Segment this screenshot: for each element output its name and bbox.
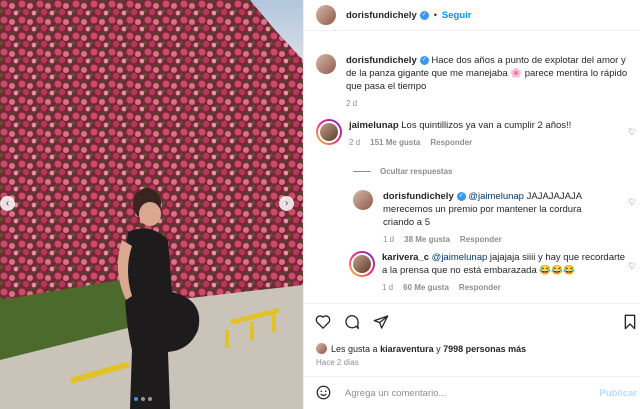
comment-body: jaimelunap Los quintillizos ya van a cum… (349, 119, 619, 149)
action-icons (315, 314, 389, 330)
publish-button[interactable]: Publicar (600, 388, 638, 399)
comment: jaimelunap Los quintillizos ya van a cum… (316, 119, 619, 149)
caption-username[interactable]: dorisfundichely (346, 55, 417, 66)
reply-likes[interactable]: 60 Me gusta (403, 283, 449, 292)
reply-avatar[interactable] (353, 190, 373, 210)
likes-prefix: Les gusta a (331, 343, 378, 354)
emoji-icon[interactable] (316, 385, 331, 402)
likes-line: Les gusta a kiaraventura y 7998 personas… (316, 343, 526, 354)
heart-icon[interactable]: ♡ (628, 197, 637, 207)
heart-icon[interactable]: ♡ (628, 261, 637, 271)
separator-dot: • (433, 10, 437, 20)
verified-badge-icon: ✓ (419, 10, 429, 20)
comment-age: 2 d (349, 138, 361, 147)
carousel-dots (134, 397, 152, 401)
comment-meta: 2 d 151 Me gusta Responder (349, 136, 619, 149)
liker-username[interactable]: kiaraventura (380, 344, 434, 354)
action-bar: Les gusta a kiaraventura y 7998 personas… (304, 303, 640, 367)
reply-meta: 1 d 60 Me gusta Responder (382, 281, 632, 294)
chevron-left-icon[interactable]: ‹ (0, 196, 15, 211)
author-avatar[interactable] (316, 54, 336, 74)
caption: dorisfundichely ✓ Hace dos años a punto d… (316, 54, 636, 110)
author-username[interactable]: dorisfundichely (346, 10, 417, 21)
author-avatar[interactable] (316, 5, 336, 25)
reply: karivera_c @jaimelunap jajajaja siiii y … (349, 251, 632, 294)
comment-icon[interactable] (344, 314, 360, 330)
verified-badge-icon: ✓ (419, 55, 429, 65)
verified-badge-icon: ✓ (456, 191, 466, 201)
share-icon[interactable] (373, 314, 389, 330)
heart-icon[interactable] (315, 314, 331, 330)
reply-button[interactable]: Responder (430, 138, 472, 147)
post-panel: dorisfundichely ✓ • Seguir dorisfundiche… (303, 0, 640, 409)
chevron-right-icon[interactable]: › (279, 196, 294, 211)
bookmark-icon[interactable] (623, 314, 637, 330)
reply-body: dorisfundichely ✓ @jaimelunap JAJAJAJAJA … (383, 190, 613, 246)
reply-mention[interactable]: @jaimelunap (468, 191, 524, 202)
reply-username[interactable]: karivera_c (382, 252, 429, 263)
carousel-dot (148, 397, 152, 401)
comments-list: dorisfundichely ✓ Hace dos años a punto d… (304, 32, 640, 303)
reply-mention[interactable]: @jaimelunap (432, 252, 488, 263)
post-photo[interactable]: ‹ › (0, 0, 303, 409)
reply-age: 1 d (382, 283, 394, 292)
carousel-dot-active (134, 397, 138, 401)
comment-likes[interactable]: 151 Me gusta (370, 138, 420, 147)
caption-meta: 2 d (346, 97, 636, 110)
carousel-dot (141, 397, 145, 401)
reply-age: 1 d (383, 235, 395, 244)
follow-button[interactable]: Seguir (442, 10, 472, 21)
heart-icon[interactable]: ♡ (628, 127, 637, 137)
post-date: Hace 2 días (316, 358, 359, 367)
comment-text: Los quintillizos ya van a cumplir 2 años… (401, 120, 572, 131)
add-comment-bar: Publicar (304, 376, 640, 409)
hide-replies-button[interactable]: Ocultar respuestas (353, 167, 452, 176)
liker-avatar[interactable] (316, 343, 327, 354)
commenter-avatar[interactable] (316, 119, 342, 145)
reply-body: karivera_c @jaimelunap jajajaja siiii y … (382, 251, 632, 294)
reply-button[interactable]: Responder (460, 235, 502, 244)
reply-username[interactable]: dorisfundichely (383, 191, 454, 202)
likes-others[interactable]: 7998 personas más (443, 344, 526, 354)
divider (353, 171, 371, 172)
hide-replies-label: Ocultar respuestas (380, 167, 453, 176)
likes-connector: y (436, 343, 441, 354)
photo-scene (0, 0, 303, 409)
reply-meta: 1 d 38 Me gusta Responder (383, 233, 613, 246)
reply-avatar[interactable] (349, 251, 375, 277)
caption-age: 2 d (346, 99, 358, 108)
comment-input[interactable] (345, 387, 585, 399)
post-header: dorisfundichely ✓ • Seguir (304, 0, 640, 31)
caption-body: dorisfundichely ✓ Hace dos años a punto d… (346, 54, 636, 110)
reply: dorisfundichely ✓ @jaimelunap JAJAJAJAJA … (353, 190, 613, 246)
reply-likes[interactable]: 38 Me gusta (404, 235, 450, 244)
reply-button[interactable]: Responder (459, 283, 501, 292)
comment-username[interactable]: jaimelunap (349, 120, 399, 131)
